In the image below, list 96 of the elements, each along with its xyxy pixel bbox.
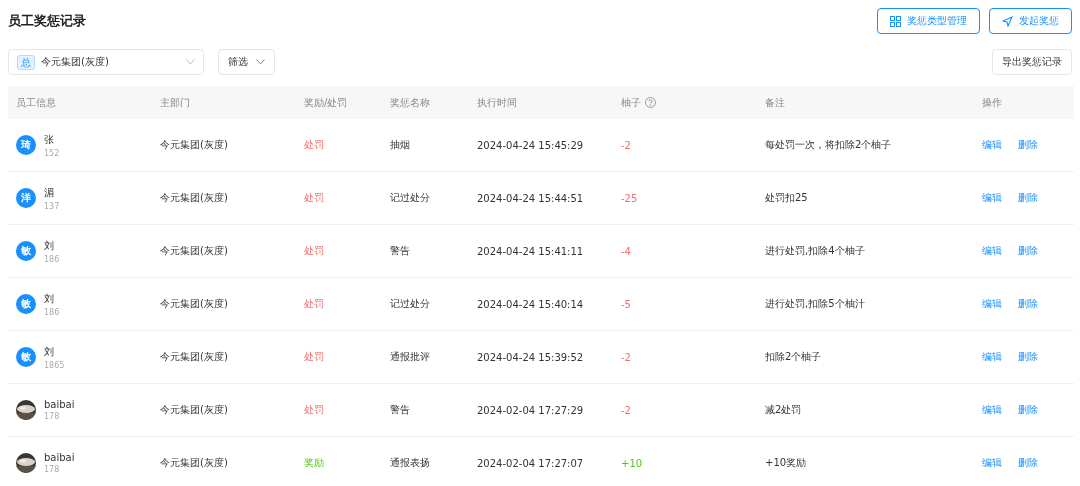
employee-name: 刘 <box>44 291 55 306</box>
reward-name-cell: 抽烟 <box>390 138 410 152</box>
employee-name: 刘 <box>44 238 55 253</box>
edit-link[interactable]: 编辑 <box>982 350 1002 364</box>
employee-phone: 137 <box>44 201 60 211</box>
column-header: 备注 <box>765 95 785 110</box>
employee-name: 刘 <box>44 344 55 359</box>
employee-name: baibai <box>44 399 75 410</box>
employee-name: 张 <box>44 132 55 147</box>
start-button[interactable]: 发起奖惩 <box>989 8 1072 34</box>
filter-button[interactable]: 筛选 <box>218 49 275 75</box>
note-cell: 进行处罚,扣除4个柚子 <box>765 244 865 258</box>
employee-phone: 186 <box>44 254 60 264</box>
reward-name-cell: 记过处分 <box>390 297 430 311</box>
delete-link[interactable]: 删除 <box>1018 191 1038 205</box>
column-header: 执行时间 <box>477 95 517 110</box>
column-header: 员工信息 <box>16 95 56 110</box>
note-cell: 扣除2个柚子 <box>765 350 822 364</box>
points-cell: -2 <box>621 351 631 363</box>
avatar: 敏 <box>16 347 36 367</box>
reward-name-cell: 通报表扬 <box>390 456 430 470</box>
page-title: 员工奖惩记录 <box>8 12 86 30</box>
points-cell: -4 <box>621 245 631 257</box>
reward-name-cell: 警告 <box>390 403 410 417</box>
edit-link[interactable]: 编辑 <box>982 456 1002 470</box>
note-cell: 减2处罚 <box>765 403 802 417</box>
points-cell: -2 <box>621 404 631 416</box>
reward-name-cell: 通报批评 <box>390 350 430 364</box>
department-cell: 今元集团(灰度) <box>160 297 228 311</box>
delete-link[interactable]: 删除 <box>1018 138 1038 152</box>
delete-link[interactable]: 删除 <box>1018 297 1038 311</box>
department-cell: 今元集团(灰度) <box>160 191 228 205</box>
delete-link[interactable]: 删除 <box>1018 350 1038 364</box>
column-header: 主部门 <box>160 95 190 110</box>
type-cell: 处罚 <box>304 244 324 258</box>
edit-link[interactable]: 编辑 <box>982 297 1002 311</box>
department-cell: 今元集团(灰度) <box>160 403 228 417</box>
org-value: 今元集团(灰度) <box>41 55 110 69</box>
help-icon <box>645 97 656 108</box>
department-cell: 今元集团(灰度) <box>160 138 228 152</box>
type-manage-button[interactable]: 奖惩类型管理 <box>877 8 980 34</box>
export-button[interactable]: 导出奖惩记录 <box>992 49 1072 75</box>
employee-phone: 152 <box>44 148 60 158</box>
points-cell: +10 <box>621 457 643 469</box>
type-cell: 处罚 <box>304 350 324 364</box>
type-cell: 处罚 <box>304 138 324 152</box>
column-header: 奖励/处罚 <box>304 95 348 110</box>
org-tag: 总 <box>17 54 35 70</box>
employee-phone: 1865 <box>44 360 65 370</box>
note-cell: 每处罚一次，将扣除2个柚子 <box>765 138 892 152</box>
type-cell: 处罚 <box>304 297 324 311</box>
column-header: 操作 <box>982 95 1002 110</box>
time-cell: 2024-04-24 15:44:51 <box>477 192 584 204</box>
employee-name: 湄 <box>44 185 55 200</box>
note-cell: +10奖励 <box>765 456 807 470</box>
employee-phone: 178 <box>44 412 61 421</box>
avatar: 敏 <box>16 294 36 314</box>
time-cell: 2024-04-24 15:40:14 <box>477 298 584 310</box>
edit-link[interactable]: 编辑 <box>982 138 1002 152</box>
type-cell: 奖励 <box>304 456 324 470</box>
org-select[interactable]: 总 今元集团(灰度) <box>8 49 204 75</box>
reward-name-cell: 记过处分 <box>390 191 430 205</box>
delete-link[interactable]: 删除 <box>1018 244 1038 258</box>
reward-name-cell: 警告 <box>390 244 410 258</box>
edit-link[interactable]: 编辑 <box>982 244 1002 258</box>
type-cell: 处罚 <box>304 403 324 417</box>
time-cell: 2024-04-24 15:41:11 <box>477 245 584 257</box>
points-cell: -2 <box>621 139 631 151</box>
time-cell: 2024-02-04 17:27:07 <box>477 457 584 469</box>
chevron-icon <box>256 59 265 65</box>
column-header: 奖惩名称 <box>390 95 430 110</box>
avatar: 敏 <box>16 241 36 261</box>
time-cell: 2024-04-24 15:39:52 <box>477 351 584 363</box>
time-cell: 2024-04-24 15:45:29 <box>477 139 584 151</box>
send-icon <box>1002 15 1013 27</box>
grid-icon <box>890 15 901 27</box>
column-header: 柚子 <box>621 95 641 110</box>
delete-link[interactable]: 删除 <box>1018 456 1038 470</box>
points-cell: -5 <box>621 298 631 310</box>
edit-link[interactable]: 编辑 <box>982 191 1002 205</box>
type-cell: 处罚 <box>304 191 324 205</box>
avatar: 洋 <box>16 188 36 208</box>
note-cell: 处罚扣25 <box>765 191 808 205</box>
points-cell: -25 <box>621 192 638 204</box>
department-cell: 今元集团(灰度) <box>160 244 228 258</box>
employee-phone: 186 <box>44 307 60 317</box>
department-cell: 今元集团(灰度) <box>160 350 228 364</box>
avatar: 琦 <box>16 135 36 155</box>
time-cell: 2024-02-04 17:27:29 <box>477 404 584 416</box>
chevron-icon <box>186 59 195 65</box>
note-cell: 进行处罚,扣除5个柚汁 <box>765 297 865 311</box>
department-cell: 今元集团(灰度) <box>160 456 228 470</box>
edit-link[interactable]: 编辑 <box>982 403 1002 417</box>
delete-link[interactable]: 删除 <box>1018 403 1038 417</box>
employee-name: baibai <box>44 452 75 463</box>
employee-phone: 178 <box>44 465 61 474</box>
